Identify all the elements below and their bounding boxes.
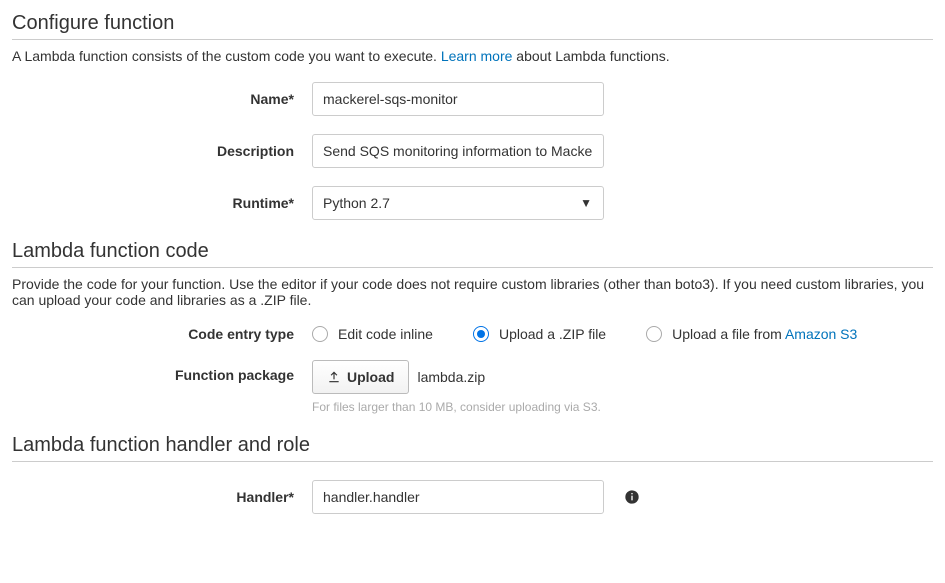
desc-text-post: about Lambda functions. (512, 48, 669, 64)
section-title-handler: Lambda function handler and role (12, 434, 933, 457)
runtime-value: Python 2.7 (312, 186, 604, 220)
row-runtime: Runtime* Python 2.7 ▼ (12, 186, 933, 220)
radio-label-inline: Edit code inline (338, 326, 433, 342)
label-handler: Handler* (12, 489, 312, 505)
handler-input[interactable] (312, 480, 604, 514)
section-handler: Lambda function handler and role Handler… (12, 434, 933, 514)
row-name: Name* (12, 82, 933, 116)
divider (12, 461, 933, 462)
label-package: Function package (12, 360, 312, 383)
radio-icon (646, 326, 662, 342)
radio-upload-zip[interactable]: Upload a .ZIP file (473, 326, 606, 342)
row-description: Description (12, 134, 933, 168)
upload-button-label: Upload (347, 369, 394, 385)
runtime-select[interactable]: Python 2.7 ▼ (312, 186, 604, 220)
radio-icon (473, 326, 489, 342)
row-handler: Handler* (12, 480, 933, 514)
description-input[interactable] (312, 134, 604, 168)
desc-text: A Lambda function consists of the custom… (12, 48, 441, 64)
amazon-s3-link[interactable]: Amazon S3 (785, 326, 857, 342)
section-desc-code: Provide the code for your function. Use … (12, 276, 933, 308)
row-package: Function package Upload lambda.zip For f… (12, 360, 933, 414)
row-code-entry: Code entry type Edit code inline Upload … (12, 326, 933, 342)
label-code-entry: Code entry type (12, 326, 312, 342)
package-filename: lambda.zip (417, 369, 485, 385)
label-runtime: Runtime* (12, 195, 312, 211)
section-title-code: Lambda function code (12, 240, 933, 263)
upload-icon (327, 370, 341, 384)
divider (12, 267, 933, 268)
code-entry-radio-group: Edit code inline Upload a .ZIP file Uplo… (312, 326, 857, 342)
divider (12, 39, 933, 40)
label-description: Description (12, 143, 312, 159)
section-configure: Configure function A Lambda function con… (12, 12, 933, 220)
radio-edit-inline[interactable]: Edit code inline (312, 326, 433, 342)
package-hint: For files larger than 10 MB, consider up… (312, 400, 601, 414)
radio-icon (312, 326, 328, 342)
radio-label-zip: Upload a .ZIP file (499, 326, 606, 342)
radio-label-s3: Upload a file from Amazon S3 (672, 326, 857, 342)
section-desc-configure: A Lambda function consists of the custom… (12, 48, 933, 64)
upload-button[interactable]: Upload (312, 360, 409, 394)
radio-upload-s3[interactable]: Upload a file from Amazon S3 (646, 326, 857, 342)
info-icon[interactable] (624, 489, 640, 505)
section-title-configure: Configure function (12, 12, 933, 35)
learn-more-link[interactable]: Learn more (441, 48, 513, 64)
name-input[interactable] (312, 82, 604, 116)
section-code: Lambda function code Provide the code fo… (12, 240, 933, 414)
label-name: Name* (12, 91, 312, 107)
